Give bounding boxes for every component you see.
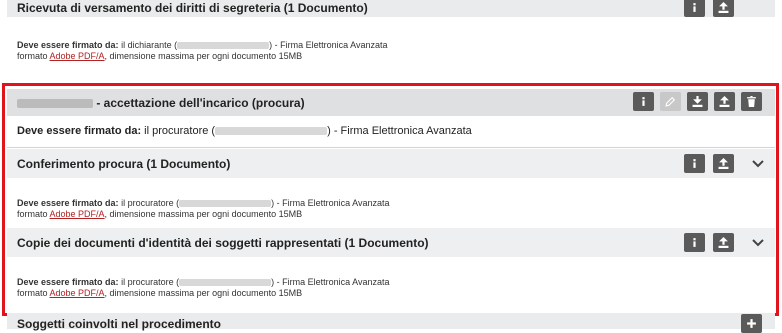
redacted-code bbox=[215, 127, 328, 136]
edit-button[interactable] bbox=[660, 92, 681, 111]
sign-label: Deve essere firmato da: bbox=[17, 198, 119, 208]
redacted-name bbox=[17, 99, 93, 109]
upload-button[interactable] bbox=[713, 154, 734, 173]
format-suffix: , dimensione massima per ogni documento … bbox=[104, 209, 303, 219]
upload-button[interactable] bbox=[714, 92, 735, 111]
download-icon bbox=[692, 96, 703, 107]
upload-button[interactable] bbox=[713, 233, 734, 252]
format-link[interactable]: Adobe PDF/A bbox=[50, 51, 105, 61]
section-title-copie: Copie dei documenti d'identità dei sogge… bbox=[17, 236, 429, 250]
info-icon bbox=[693, 159, 696, 168]
expand-toggle[interactable] bbox=[749, 234, 767, 252]
sign-label: Deve essere firmato da: bbox=[17, 277, 119, 287]
sign-label: Deve essere firmato da: bbox=[17, 40, 119, 50]
sign-who: il procuratore ( bbox=[118, 277, 180, 287]
info-button[interactable] bbox=[684, 0, 705, 17]
trash-icon bbox=[747, 96, 756, 107]
format-prefix: formato bbox=[17, 51, 50, 61]
sign-who: il procuratore ( bbox=[141, 125, 216, 137]
expand-toggle[interactable] bbox=[749, 155, 767, 173]
format-prefix: formato bbox=[17, 288, 50, 298]
sign-rest: ) - Firma Elettronica Avanzata bbox=[269, 40, 388, 50]
format-link[interactable]: Adobe PDF/A bbox=[50, 209, 105, 219]
info-button[interactable] bbox=[684, 233, 705, 252]
format-info: formato Adobe PDF/A, dimensione massima … bbox=[17, 51, 302, 61]
plus-icon bbox=[747, 319, 756, 328]
redacted-code bbox=[179, 200, 272, 208]
format-info: formato Adobe PDF/A, dimensione massima … bbox=[17, 288, 302, 298]
sign-who: il dichiarante ( bbox=[118, 40, 178, 50]
info-button[interactable] bbox=[633, 92, 654, 111]
download-button[interactable] bbox=[687, 92, 708, 111]
sign-rest: ) - Firma Elettronica Avanzata bbox=[327, 125, 472, 137]
sign-rest: ) - Firma Elettronica Avanzata bbox=[271, 277, 390, 287]
format-link[interactable]: Adobe PDF/A bbox=[50, 288, 105, 298]
format-suffix: , dimensione massima per ogni documento … bbox=[104, 288, 303, 298]
delete-button[interactable] bbox=[741, 92, 762, 111]
chevron-down-icon bbox=[752, 160, 764, 168]
upload-icon bbox=[718, 237, 729, 248]
section-title-conferimento: Conferimento procura (1 Documento) bbox=[17, 157, 231, 171]
divider bbox=[7, 147, 775, 148]
format-prefix: formato bbox=[17, 209, 50, 219]
upload-icon bbox=[719, 96, 730, 107]
sign-who: il procuratore ( bbox=[118, 198, 180, 208]
sign-requirement: Deve essere firmato da: il dichiarante (… bbox=[17, 40, 387, 50]
add-button[interactable] bbox=[741, 314, 762, 333]
upload-icon bbox=[718, 158, 729, 169]
group-title-text: - accettazione dell'incarico (procura) bbox=[93, 96, 305, 110]
upload-icon bbox=[718, 2, 729, 13]
sign-label: Deve essere firmato da: bbox=[17, 125, 142, 137]
info-icon bbox=[693, 238, 696, 247]
format-info: formato Adobe PDF/A, dimensione massima … bbox=[17, 209, 302, 219]
sign-requirement: Deve essere firmato da: il procuratore (… bbox=[17, 198, 389, 208]
group-title: - accettazione dell'incarico (procura) bbox=[17, 96, 305, 110]
chevron-down-icon bbox=[752, 239, 764, 247]
format-suffix: , dimensione massima per ogni documento … bbox=[104, 51, 303, 61]
info-button[interactable] bbox=[684, 154, 705, 173]
info-icon bbox=[642, 97, 645, 106]
redacted-code bbox=[179, 279, 272, 287]
upload-button[interactable] bbox=[713, 0, 734, 17]
redacted-code bbox=[177, 42, 270, 50]
section-title-ricevuta: Ricevuta di versamento dei diritti di se… bbox=[17, 1, 368, 15]
group-sign-requirement: Deve essere firmato da: il procuratore (… bbox=[17, 125, 472, 137]
edit-icon bbox=[665, 96, 676, 107]
sign-rest: ) - Firma Elettronica Avanzata bbox=[271, 198, 390, 208]
sign-requirement: Deve essere firmato da: il procuratore (… bbox=[17, 277, 389, 287]
info-icon bbox=[693, 3, 696, 12]
